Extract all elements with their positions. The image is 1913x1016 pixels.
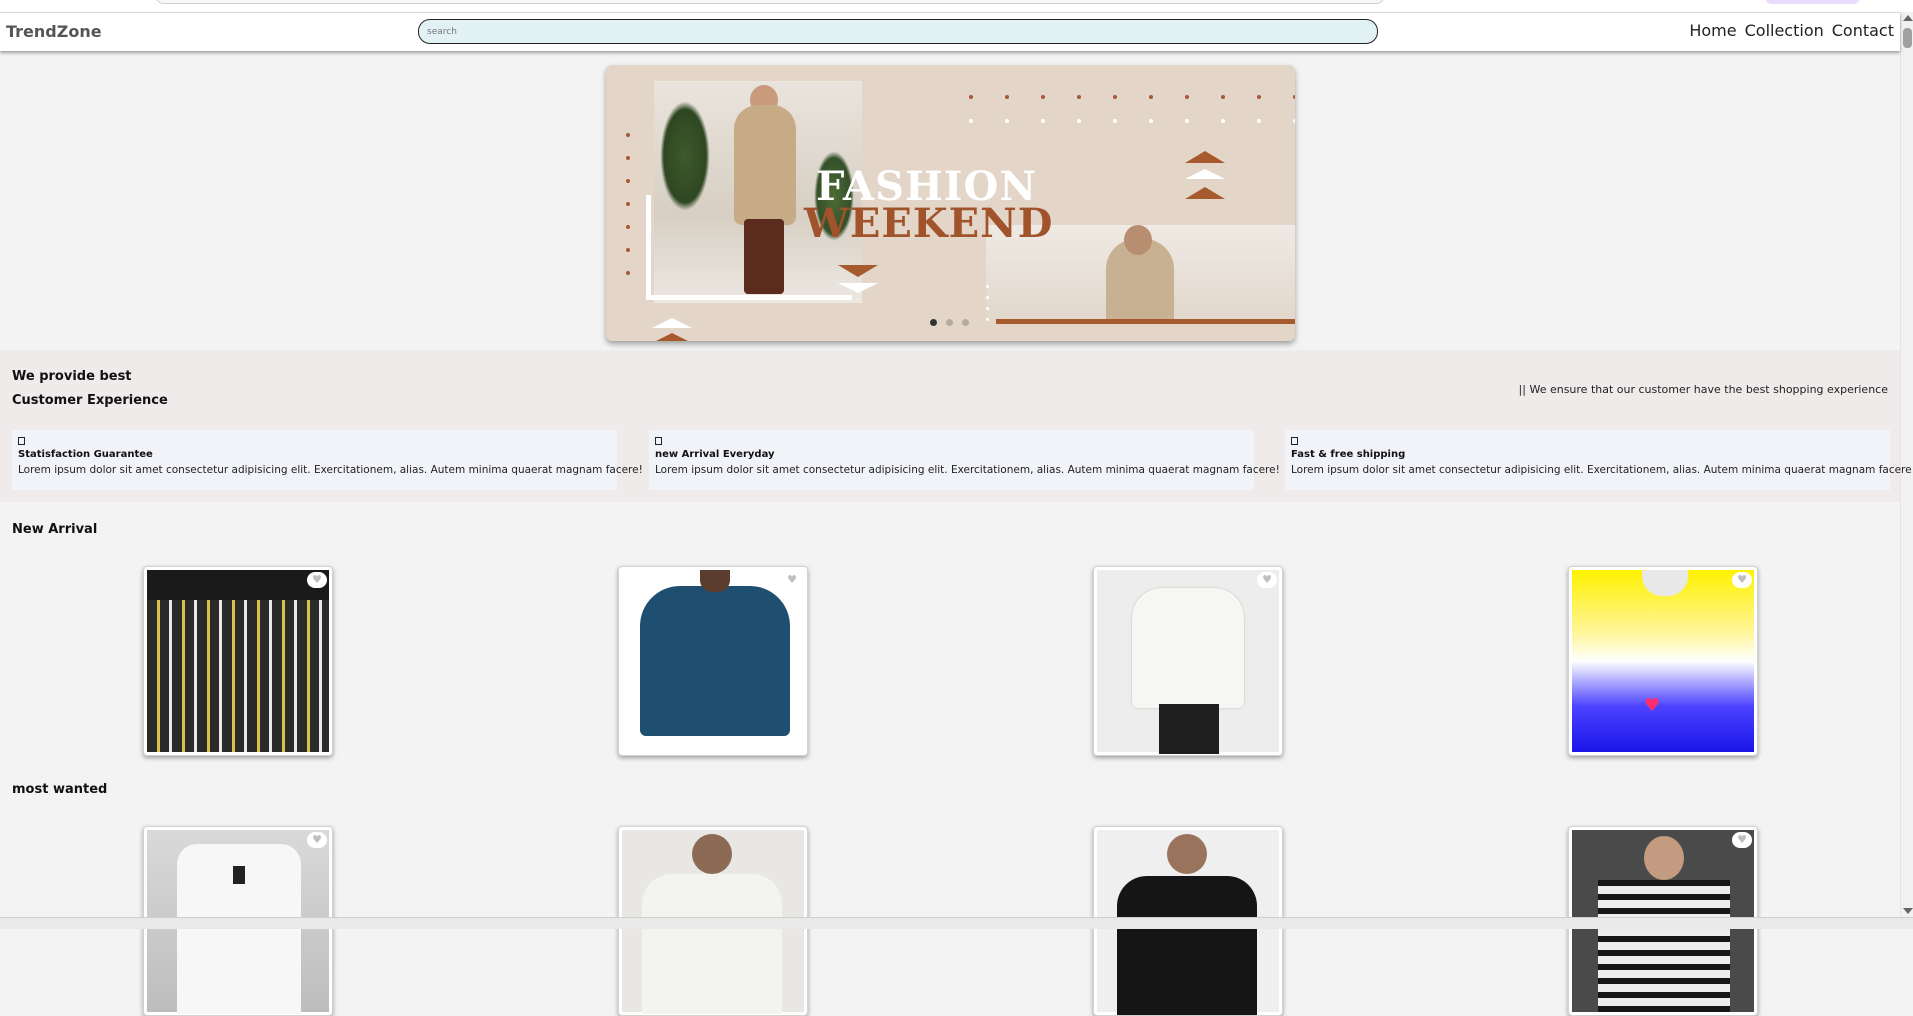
scroll-down-arrow-icon[interactable] bbox=[1903, 908, 1913, 914]
navbar: TrendZone Home Collection Contact bbox=[0, 12, 1900, 51]
nav-links: Home Collection Contact bbox=[1689, 21, 1894, 40]
feature-card-new-arrival: new Arrival Everyday Lorem ipsum dolor s… bbox=[649, 430, 1280, 490]
brand-logo[interactable]: TrendZone bbox=[6, 22, 102, 41]
experience-heading-line1: We provide best bbox=[12, 369, 132, 384]
carousel-dot-1[interactable] bbox=[930, 319, 937, 326]
search-input[interactable] bbox=[418, 19, 1378, 44]
favorite-heart-icon[interactable]: ♥ bbox=[1257, 572, 1277, 588]
browser-top-strip bbox=[0, 0, 1913, 12]
feature-description: Lorem ipsum dolor sit amet consectetur a… bbox=[1291, 464, 1913, 476]
address-bar-remnant bbox=[155, 0, 1385, 4]
decorative-dots bbox=[986, 285, 989, 321]
experience-heading-line2: Customer Experience bbox=[12, 393, 168, 408]
carousel-indicators bbox=[930, 319, 969, 326]
shipping-icon bbox=[1291, 437, 1298, 445]
triangle-up-icon bbox=[1185, 151, 1225, 163]
product-image[interactable] bbox=[1572, 570, 1754, 752]
product-image[interactable] bbox=[1097, 570, 1279, 754]
feature-title: Fast & free shipping bbox=[1291, 449, 1406, 460]
decorative-line bbox=[996, 319, 1295, 324]
feature-card-guarantee: Statisfaction Guarantee Lorem ipsum dolo… bbox=[12, 430, 643, 490]
triangle-down-icon bbox=[838, 283, 878, 293]
new-arrival-heading: New Arrival bbox=[12, 522, 98, 537]
decorative-frame bbox=[646, 195, 651, 300]
new-arrival-icon bbox=[655, 437, 662, 445]
product-card[interactable]: ♥ bbox=[1093, 566, 1283, 756]
guarantee-icon bbox=[18, 437, 25, 445]
carousel-dot-3[interactable] bbox=[962, 319, 969, 326]
most-wanted-heading: most wanted bbox=[12, 782, 108, 797]
feature-title: new Arrival Everyday bbox=[655, 449, 775, 460]
triangle-up-icon bbox=[652, 333, 692, 341]
hero-title-line2: WEEKEND bbox=[804, 200, 1054, 247]
decorative-dots bbox=[626, 133, 630, 275]
nav-link-contact[interactable]: Contact bbox=[1832, 21, 1894, 40]
product-image[interactable] bbox=[622, 570, 804, 752]
nav-link-collection[interactable]: Collection bbox=[1745, 21, 1824, 40]
favorite-heart-icon[interactable]: ♥ bbox=[1732, 832, 1752, 848]
feature-card-shipping: Fast & free shipping Lorem ipsum dolor s… bbox=[1285, 430, 1913, 490]
favorite-heart-icon[interactable]: ♥ bbox=[1732, 572, 1752, 588]
triangle-up-icon bbox=[652, 318, 692, 328]
favorite-heart-icon[interactable]: ♥ bbox=[307, 572, 327, 588]
feature-title: Statisfaction Guarantee bbox=[18, 449, 153, 460]
scroll-up-arrow-icon[interactable] bbox=[1903, 15, 1913, 21]
favorite-heart-icon[interactable]: ♥ bbox=[307, 832, 327, 848]
feature-description: Lorem ipsum dolor sit amet consectetur a… bbox=[18, 464, 643, 476]
decorative-frame bbox=[646, 295, 852, 300]
product-card[interactable]: ♥ bbox=[143, 566, 333, 756]
customer-experience-section: We provide best Customer Experience || W… bbox=[0, 350, 1913, 502]
decorative-dots bbox=[969, 95, 1295, 99]
feature-description: Lorem ipsum dolor sit amet consectetur a… bbox=[655, 464, 1280, 476]
scroll-thumb[interactable] bbox=[1903, 28, 1912, 48]
browser-button-remnant bbox=[1765, 0, 1860, 4]
product-card[interactable]: ♥ bbox=[1568, 566, 1758, 756]
carousel-dot-2[interactable] bbox=[946, 319, 953, 326]
triangle-up-icon bbox=[1185, 169, 1225, 179]
decorative-dots bbox=[969, 119, 1295, 123]
hero-banner[interactable]: FASHION WEEKEND bbox=[606, 65, 1295, 341]
product-card[interactable]: ♥ bbox=[618, 566, 808, 756]
nav-link-home[interactable]: Home bbox=[1689, 21, 1736, 40]
experience-tagline: || We ensure that our customer have the … bbox=[1518, 383, 1888, 396]
triangle-down-icon bbox=[838, 265, 878, 277]
product-image[interactable] bbox=[147, 570, 329, 752]
triangle-up-icon bbox=[1185, 187, 1225, 199]
favorite-heart-icon[interactable]: ♥ bbox=[782, 572, 802, 588]
horizontal-scrollbar[interactable] bbox=[0, 917, 1913, 929]
